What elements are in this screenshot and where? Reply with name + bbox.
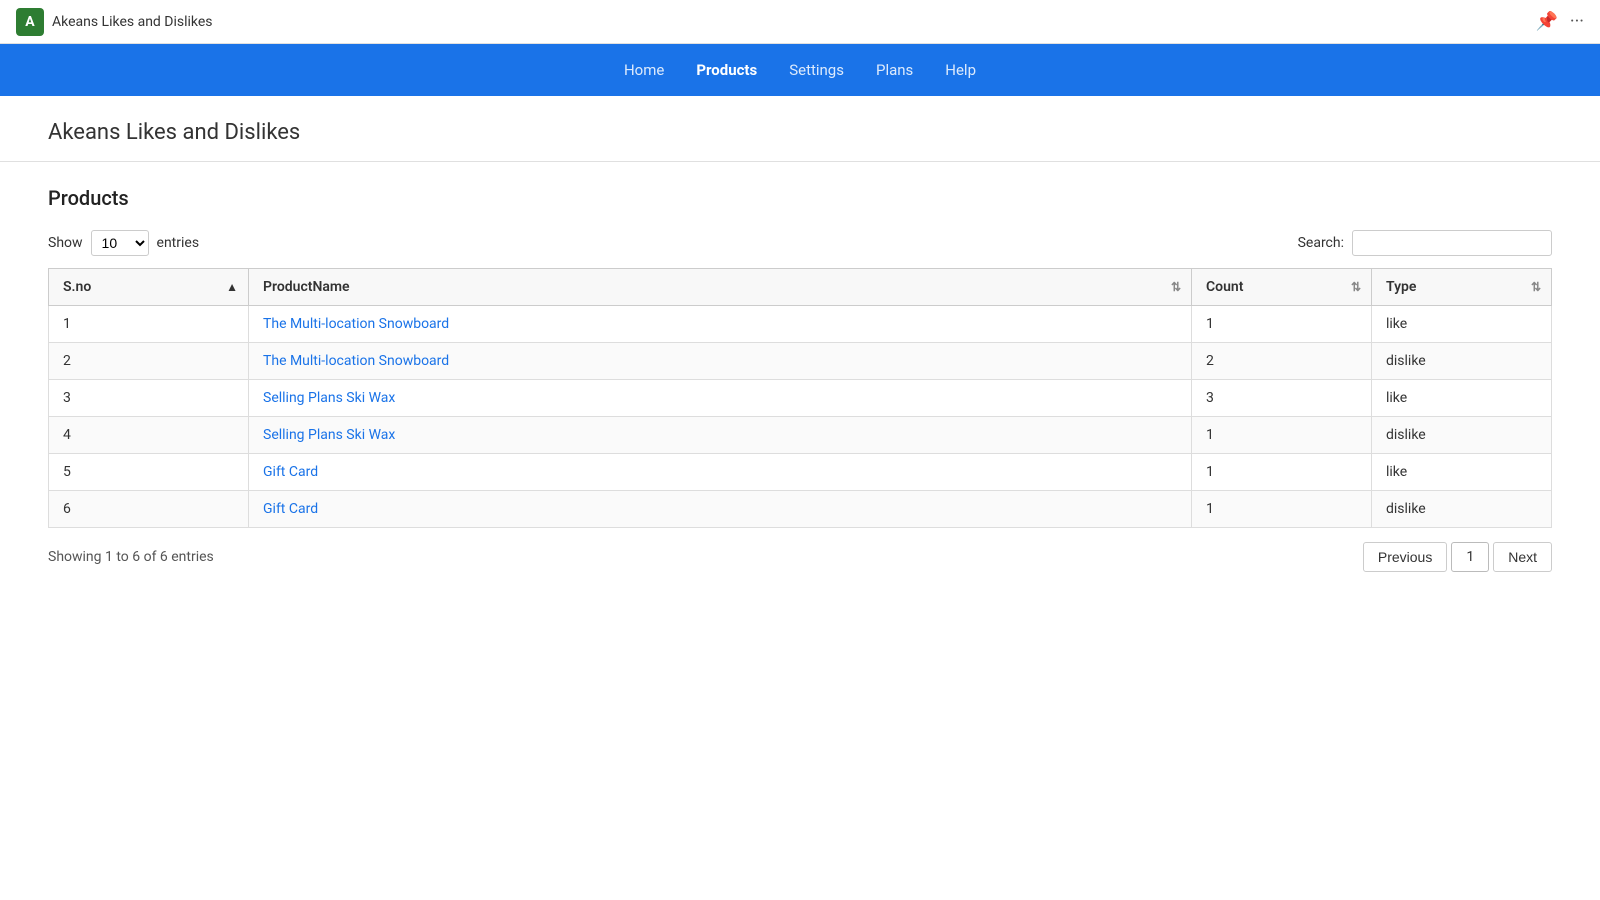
table-body: 1The Multi-location Snowboard1like2The M…	[49, 306, 1552, 528]
pagination-row: Showing 1 to 6 of 6 entries Previous 1 N…	[48, 542, 1552, 572]
cell-productname: The Multi-location Snowboard	[249, 343, 1192, 380]
col-type-sort-icon	[1531, 280, 1541, 294]
col-sno-label: S.no	[63, 279, 91, 295]
top-bar-actions: 📌 ···	[1535, 11, 1584, 32]
cell-productname: Selling Plans Ski Wax	[249, 380, 1192, 417]
product-link[interactable]: The Multi-location Snowboard	[263, 353, 449, 369]
cell-sno: 1	[49, 306, 249, 343]
col-type-label: Type	[1386, 279, 1416, 295]
table-row: 6 Gift Card 1dislike	[49, 491, 1552, 528]
app-icon-text: A	[25, 14, 34, 30]
cell-sno: 2	[49, 343, 249, 380]
current-page[interactable]: 1	[1451, 542, 1489, 572]
cell-type: like	[1372, 454, 1552, 491]
pagination-controls: Previous 1 Next	[1363, 542, 1552, 572]
col-count-sort-icon	[1351, 280, 1361, 294]
app-icon: A	[16, 8, 44, 36]
cell-productname: The Multi-location Snowboard	[249, 306, 1192, 343]
products-table: S.no ProductName Count Type 1 The Multi-l…	[48, 268, 1552, 528]
more-options-icon[interactable]: ···	[1570, 11, 1584, 32]
main-content: Products Show 10 25 50 100 entries Searc…	[0, 162, 1600, 596]
cell-sno: 6	[49, 491, 249, 528]
app-title: Akeans Likes and Dislikes	[52, 14, 213, 30]
cell-productname: Gift Card	[249, 491, 1192, 528]
col-productname-sort-icon	[1171, 280, 1181, 294]
entries-select[interactable]: 10 25 50 100	[91, 230, 149, 256]
section-title: Products	[48, 186, 1552, 210]
nav-item-settings[interactable]: Settings	[789, 57, 844, 83]
search-box: Search:	[1298, 230, 1552, 256]
table-row: 4 Selling Plans Ski Wax 1dislike	[49, 417, 1552, 454]
col-productname-label: ProductName	[263, 279, 350, 295]
nav-item-home[interactable]: Home	[624, 57, 664, 83]
cell-type: like	[1372, 306, 1552, 343]
nav-item-help[interactable]: Help	[945, 57, 976, 83]
table-row: 1The Multi-location Snowboard1like	[49, 306, 1552, 343]
col-count-label: Count	[1206, 279, 1243, 295]
page-header: Akeans Likes and Dislikes	[0, 96, 1600, 162]
cell-count: 1	[1192, 306, 1372, 343]
col-sno-sort-icon	[226, 280, 238, 294]
nav-bar: Home Products Settings Plans Help	[0, 44, 1600, 96]
cell-productname: Gift Card	[249, 454, 1192, 491]
cell-sno: 4	[49, 417, 249, 454]
product-link[interactable]: The Multi-location Snowboard	[263, 316, 449, 332]
cell-type: dislike	[1372, 491, 1552, 528]
cell-sno: 3	[49, 380, 249, 417]
cell-count: 2	[1192, 343, 1372, 380]
table-row: 3Selling Plans Ski Wax3like	[49, 380, 1552, 417]
product-link[interactable]: Selling Plans Ski Wax	[263, 427, 395, 443]
product-link[interactable]: Gift Card	[263, 464, 318, 480]
col-count[interactable]: Count	[1192, 269, 1372, 306]
nav-item-products[interactable]: Products	[696, 57, 757, 83]
next-button[interactable]: Next	[1493, 542, 1552, 572]
table-row: 5 Gift Card 1like	[49, 454, 1552, 491]
cell-type: dislike	[1372, 343, 1552, 380]
cell-count: 1	[1192, 454, 1372, 491]
product-link[interactable]: Gift Card	[263, 501, 318, 517]
cell-count: 3	[1192, 380, 1372, 417]
table-header: S.no ProductName Count Type	[49, 269, 1552, 306]
cell-type: like	[1372, 380, 1552, 417]
cell-sno: 5	[49, 454, 249, 491]
page-title: Akeans Likes and Dislikes	[48, 120, 1552, 145]
table-row: 2The Multi-location Snowboard2dislike	[49, 343, 1552, 380]
cell-count: 1	[1192, 491, 1372, 528]
cell-type: dislike	[1372, 417, 1552, 454]
cell-productname: Selling Plans Ski Wax	[249, 417, 1192, 454]
entries-label: entries	[157, 235, 200, 251]
show-label: Show	[48, 235, 83, 251]
product-link[interactable]: Selling Plans Ski Wax	[263, 390, 395, 406]
previous-button[interactable]: Previous	[1363, 542, 1447, 572]
header-row: S.no ProductName Count Type	[49, 269, 1552, 306]
show-entries: Show 10 25 50 100 entries	[48, 230, 199, 256]
top-bar: A Akeans Likes and Dislikes 📌 ···	[0, 0, 1600, 44]
col-type[interactable]: Type	[1372, 269, 1552, 306]
notification-icon[interactable]: 📌	[1535, 11, 1557, 32]
search-label: Search:	[1298, 235, 1344, 251]
top-bar-left: A Akeans Likes and Dislikes	[16, 8, 213, 36]
col-sno[interactable]: S.no	[49, 269, 249, 306]
nav-item-plans[interactable]: Plans	[876, 57, 913, 83]
cell-count: 1	[1192, 417, 1372, 454]
table-controls: Show 10 25 50 100 entries Search:	[48, 230, 1552, 256]
col-productname[interactable]: ProductName	[249, 269, 1192, 306]
pagination-info: Showing 1 to 6 of 6 entries	[48, 549, 214, 565]
search-input[interactable]	[1352, 230, 1552, 256]
